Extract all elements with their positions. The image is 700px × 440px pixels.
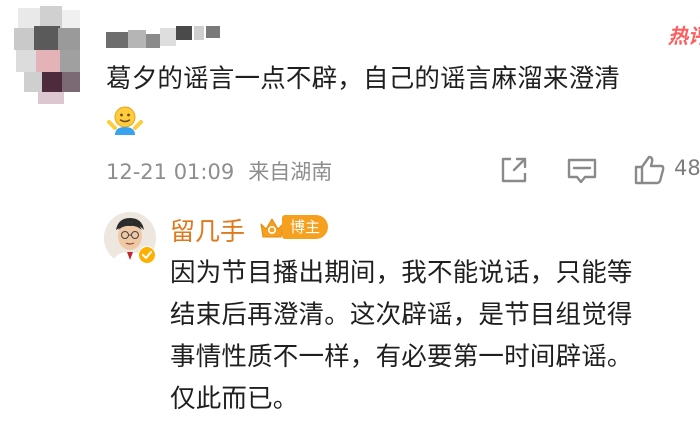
commenter-avatar[interactable] xyxy=(4,0,88,104)
reply-text-line: 结束后再澄清。这次辟谣，是节目组觉得 xyxy=(170,300,633,330)
reply-text-line: 事情性质不一样，有必要第一时间辟谣。 xyxy=(170,342,633,372)
author-badge: 博主 xyxy=(282,215,329,239)
commenter-username[interactable] xyxy=(106,22,222,52)
comment-text: 葛夕的谣言一点不辟，自己的谣言麻溜来澄清 xyxy=(106,64,621,94)
comment-icon[interactable] xyxy=(562,150,602,190)
share-icon[interactable] xyxy=(494,150,534,190)
comment-timestamp: 12-21 01:09 xyxy=(106,160,235,184)
hot-comment-tag: 热评 xyxy=(668,24,700,48)
like-count: 48 xyxy=(674,156,700,180)
comment-meta: 12-21 01:09 来自湖南 xyxy=(106,156,332,186)
reply-author-name[interactable]: 留几手 xyxy=(170,212,245,248)
comment-location: 来自湖南 xyxy=(248,160,333,184)
verified-badge-icon xyxy=(138,246,156,264)
shrug-emoji-icon xyxy=(106,104,144,136)
reply-text-line: 仅此而已。 xyxy=(170,384,299,414)
reply-text-line: 因为节目播出期间，我不能说话，只能等 xyxy=(170,258,633,288)
thumbs-up-icon[interactable] xyxy=(630,150,670,190)
